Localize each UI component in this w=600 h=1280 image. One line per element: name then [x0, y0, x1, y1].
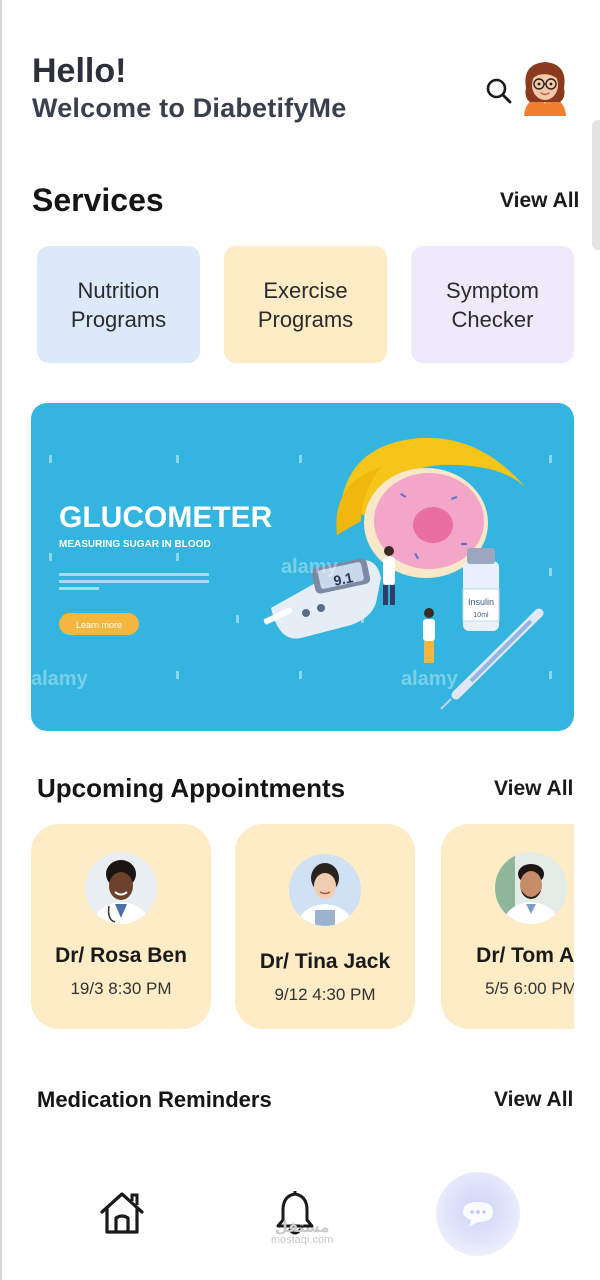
banner-watermark: alamy	[31, 668, 89, 690]
window-edge	[0, 0, 2, 1280]
service-label-line2: Programs	[70, 306, 167, 332]
glucometer-illustration: Insulin 10ml 9.1 GLUCOMETER MEASURING SU…	[31, 437, 552, 710]
watermark-latin: mostaqi.com	[270, 1234, 334, 1246]
appointment-time: 5/5 6:00 PM	[485, 979, 574, 998]
services-view-all-link[interactable]: View All	[500, 189, 579, 213]
doctor-name: Dr/ Tina Jack	[259, 950, 391, 973]
glucometer-banner[interactable]: Insulin 10ml 9.1 GLUCOMETER MEASURING SU…	[31, 403, 574, 731]
vial-volume: 10ml	[473, 612, 489, 619]
side-scroll-handle[interactable]	[592, 120, 600, 250]
home-icon[interactable]	[96, 1188, 148, 1238]
appointment-card[interactable]: Dr/ Tina Jack 9/12 4:30 PM	[235, 824, 415, 1029]
appointment-time: 19/3 8:30 PM	[70, 979, 172, 998]
site-watermark: مستقل mostaqi.com	[262, 1218, 342, 1246]
banner-subtitle: MEASURING SUGAR IN BLOOD	[59, 539, 211, 550]
banner-watermark: alamy	[401, 668, 459, 690]
doctor-name: Dr/ Tom Ali	[476, 944, 574, 967]
services-title: Services	[32, 182, 164, 218]
service-label-line1: Nutrition	[77, 277, 160, 303]
service-label-line2: Checker	[451, 306, 534, 332]
service-label-line1: Symptom	[446, 277, 539, 303]
banner-title: GLUCOMETER	[59, 501, 273, 534]
chat-bubble-icon	[463, 1202, 493, 1227]
chat-button[interactable]	[436, 1172, 520, 1256]
appointments-view-all-link[interactable]: View All	[494, 777, 573, 801]
search-icon[interactable]	[484, 76, 514, 106]
service-card-symptom-checker[interactable]: Symptom Checker	[411, 246, 574, 363]
learn-more-label: Learn more	[76, 620, 122, 630]
service-label-line2: Programs	[257, 306, 354, 332]
medication-reminders-title: Medication Reminders	[37, 1087, 272, 1112]
doctor-photo	[289, 854, 361, 926]
service-label-line1: Exercise	[263, 277, 348, 303]
appointments-carousel[interactable]: Dr/ Rosa Ben 19/3 8:30 PM Dr/ Tina Jack …	[31, 824, 574, 1034]
doctor-photo	[85, 852, 157, 924]
appointment-card[interactable]: Dr/ Tom Ali 5/5 6:00 PM	[441, 824, 574, 1029]
appointment-card[interactable]: Dr/ Rosa Ben 19/3 8:30 PM	[31, 824, 211, 1029]
welcome-subtitle: Welcome to DiabetifyMe	[32, 93, 347, 123]
medication-view-all-link[interactable]: View All	[494, 1088, 573, 1112]
doctor-photo	[495, 852, 567, 924]
doctor-name: Dr/ Rosa Ben	[55, 944, 187, 967]
appointment-time: 9/12 4:30 PM	[274, 985, 376, 1004]
greeting-title: Hello!	[32, 52, 127, 90]
service-card-exercise[interactable]: Exercise Programs	[224, 246, 387, 363]
user-avatar[interactable]	[520, 58, 570, 118]
banner-watermark: alamy	[281, 556, 339, 578]
vial-label: Insulin	[468, 597, 494, 607]
service-card-nutrition[interactable]: Nutrition Programs	[37, 246, 200, 363]
appointments-title: Upcoming Appointments	[37, 773, 346, 803]
